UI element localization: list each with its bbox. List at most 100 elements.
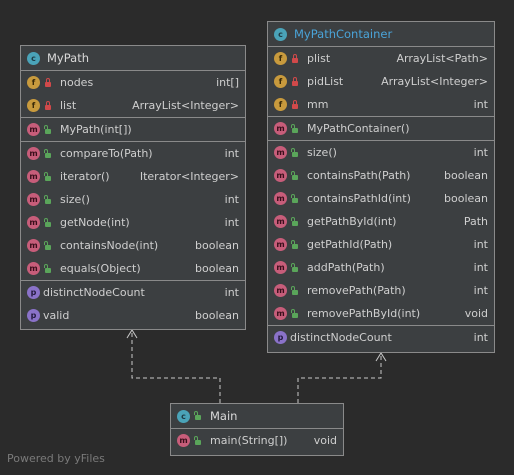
property-icon: p [274, 331, 287, 344]
field-name: pidList [307, 75, 344, 88]
method-row[interactable]: m size() int [21, 188, 245, 211]
private-lock-icon [43, 100, 53, 111]
class-icon: c [177, 409, 190, 423]
method-row[interactable]: m getPathId(Path) int [268, 233, 494, 256]
method-name: iterator() [60, 170, 110, 183]
field-type: ArrayList<Integer> [132, 99, 239, 112]
method-icon: m [274, 307, 287, 320]
method-row[interactable]: m getPathById(int) Path [268, 210, 494, 233]
method-name: getNode(int) [60, 216, 130, 229]
method-row[interactable]: m addPath(Path) int [268, 256, 494, 279]
method-name: equals(Object) [60, 262, 141, 275]
method-name: getPathById(int) [307, 215, 397, 228]
public-unlock-icon [43, 194, 53, 205]
method-icon: m [177, 434, 190, 447]
field-type: int [473, 98, 488, 111]
public-unlock-icon [290, 262, 300, 273]
method-row[interactable]: m getNode(int) int [21, 211, 245, 234]
class-icon: c [274, 27, 287, 41]
public-unlock-icon [290, 216, 300, 227]
field-row[interactable]: f mm int [268, 93, 494, 116]
constructor-name: MyPathContainer() [307, 122, 410, 135]
field-name: list [60, 99, 77, 112]
field-icon: f [274, 75, 287, 88]
field-row[interactable]: f pidList ArrayList<Integer> [268, 70, 494, 93]
method-row[interactable]: m containsNode(int) boolean [21, 234, 245, 257]
method-row[interactable]: m main(String[]) void [171, 429, 343, 452]
private-lock-icon [290, 76, 300, 87]
method-type: boolean [444, 169, 488, 182]
class-title: c MyPath [21, 46, 245, 71]
fields-section: f nodes int[] f list ArrayList<Integer> [21, 71, 245, 118]
methods-section: m compareTo(Path) int m iterator() Itera… [21, 142, 245, 281]
public-unlock-icon [290, 123, 300, 134]
public-unlock-icon [43, 124, 53, 135]
property-row[interactable]: p valid boolean [21, 304, 245, 327]
method-name: removePathById(int) [307, 307, 421, 320]
method-icon: m [274, 192, 287, 205]
constructor-row[interactable]: m MyPath(int[]) [21, 118, 245, 141]
property-name: distinctNodeCount [290, 331, 392, 344]
private-lock-icon [290, 53, 300, 64]
method-row[interactable]: m compareTo(Path) int [21, 142, 245, 165]
property-icon: p [27, 309, 40, 322]
field-row[interactable]: f nodes int[] [21, 71, 245, 94]
powered-by-footer: Powered by yFiles [7, 452, 105, 465]
method-row[interactable]: m containsPathId(int) boolean [268, 187, 494, 210]
public-unlock-icon [290, 285, 300, 296]
class-icon: c [27, 51, 40, 65]
edge-main-to-mypathcontainer [297, 353, 382, 403]
public-unlock-icon [43, 217, 53, 228]
field-icon: f [274, 52, 287, 65]
method-icon: m [27, 262, 40, 275]
method-type: int [224, 216, 239, 229]
method-name: size() [307, 146, 337, 159]
method-type: Path [463, 215, 488, 228]
public-unlock-icon [43, 240, 53, 251]
method-icon: m [274, 284, 287, 297]
constructors-section: m MyPath(int[]) [21, 118, 245, 142]
class-name: MyPath [47, 51, 89, 65]
fields-section: f plist ArrayList<Path> f pidList ArrayL… [268, 47, 494, 117]
field-name: plist [307, 52, 331, 65]
public-unlock-icon [43, 171, 53, 182]
method-icon: m [274, 122, 287, 135]
method-type: boolean [195, 262, 239, 275]
properties-section: p distinctNodeCount int [268, 326, 494, 349]
field-row[interactable]: f list ArrayList<Integer> [21, 94, 245, 117]
field-icon: f [27, 76, 40, 89]
field-name: nodes [60, 76, 94, 89]
method-row[interactable]: m containsPath(Path) boolean [268, 164, 494, 187]
edge-main-to-mypath [131, 330, 221, 403]
method-type: int [224, 193, 239, 206]
method-row[interactable]: m size() int [268, 141, 494, 164]
property-row[interactable]: p distinctNodeCount int [21, 281, 245, 304]
private-lock-icon [43, 77, 53, 88]
class-main[interactable]: c Main m main(String[]) void [170, 403, 344, 456]
method-icon: m [27, 170, 40, 183]
constructors-section: m MyPathContainer() [268, 117, 494, 141]
property-name: valid [43, 309, 70, 322]
constructor-row[interactable]: m MyPathContainer() [268, 117, 494, 140]
public-unlock-icon [193, 411, 203, 421]
method-type: boolean [444, 192, 488, 205]
method-row[interactable]: m removePathById(int) void [268, 302, 494, 325]
method-name: size() [60, 193, 90, 206]
method-type: int [224, 147, 239, 160]
method-type: void [313, 434, 337, 447]
class-mypath[interactable]: c MyPath f nodes int[] f list ArrayList<… [20, 45, 246, 330]
constructor-name: MyPath(int[]) [60, 123, 132, 136]
method-row[interactable]: m equals(Object) boolean [21, 257, 245, 280]
property-type: int [224, 286, 239, 299]
method-row[interactable]: m removePath(Path) int [268, 279, 494, 302]
field-icon: f [27, 99, 40, 112]
property-row[interactable]: p distinctNodeCount int [268, 326, 494, 349]
class-title: c MyPathContainer [268, 22, 494, 47]
method-type: void [464, 307, 488, 320]
methods-section: m size() int m containsPath(Path) boolea… [268, 141, 494, 326]
public-unlock-icon [43, 263, 53, 274]
field-type: int[] [216, 76, 239, 89]
class-mypathcontainer[interactable]: c MyPathContainer f plist ArrayList<Path… [267, 21, 495, 353]
method-row[interactable]: m iterator() Iterator<Integer> [21, 165, 245, 188]
field-row[interactable]: f plist ArrayList<Path> [268, 47, 494, 70]
